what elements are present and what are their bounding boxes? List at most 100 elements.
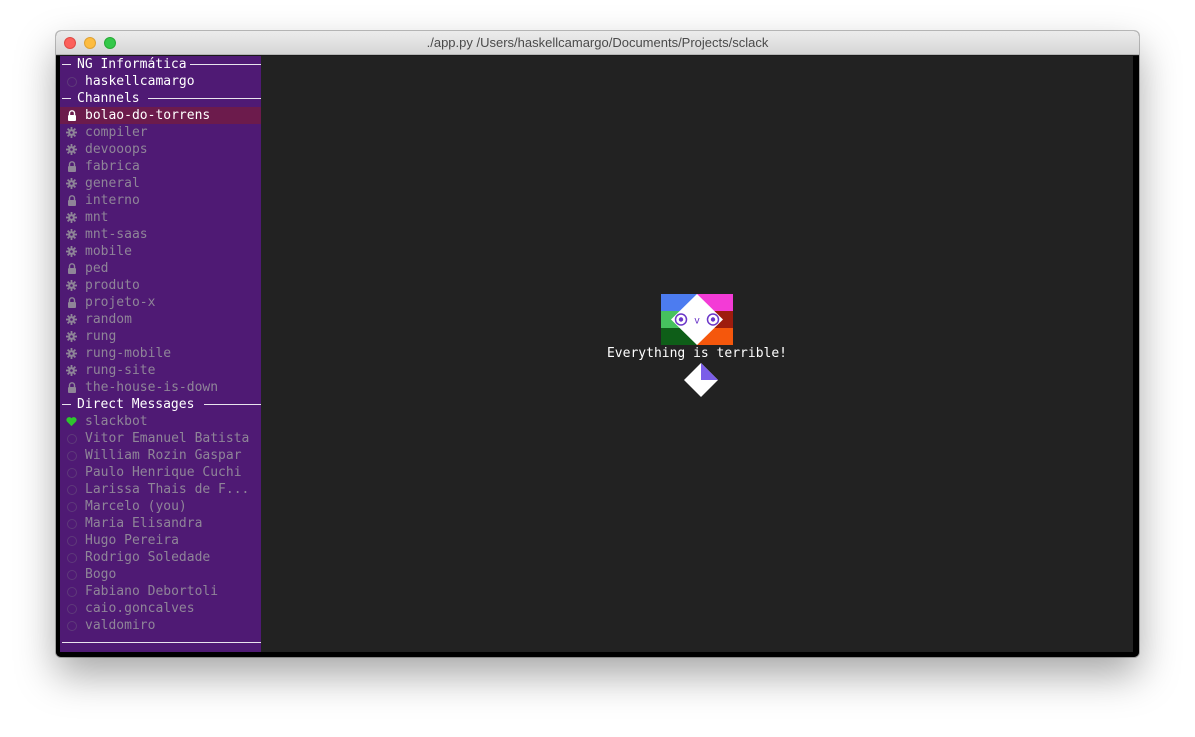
- gear-icon: [66, 246, 77, 257]
- presence-circle-icon: [66, 586, 77, 597]
- gear-icon: [66, 178, 77, 189]
- dm-item-larissa-thais-de-f[interactable]: Larissa Thais de F...: [60, 481, 261, 498]
- dm-item-rodrigo-soledade[interactable]: Rodrigo Soledade: [60, 549, 261, 566]
- heart-icon: [66, 416, 77, 427]
- lock-icon: [66, 110, 77, 121]
- dm-item-bogo[interactable]: Bogo: [60, 566, 261, 583]
- gear-icon: [66, 212, 77, 223]
- gear-icon: [66, 144, 77, 155]
- item-label: Maria Elisandra: [85, 516, 203, 531]
- workspace-name: NG Informática: [77, 56, 193, 73]
- channel-item-random[interactable]: random: [60, 311, 261, 328]
- diamond-loader-icon: [684, 363, 718, 397]
- channel-item-produto[interactable]: produto: [60, 277, 261, 294]
- presence-circle-icon: [66, 603, 77, 614]
- item-label: Larissa Thais de F...: [85, 482, 250, 497]
- channel-item-rung-mobile[interactable]: rung-mobile: [60, 345, 261, 362]
- item-label: Hugo Pereira: [85, 533, 179, 548]
- item-label: Bogo: [85, 567, 117, 582]
- channel-item-interno[interactable]: interno: [60, 192, 261, 209]
- presence-circle-icon: [66, 450, 77, 461]
- dm-item-hugo-pereira[interactable]: Hugo Pereira: [60, 532, 261, 549]
- presence-circle-icon: [66, 569, 77, 580]
- item-label: caio.goncalves: [85, 601, 195, 616]
- current-user[interactable]: haskellcamargo: [60, 73, 261, 90]
- channel-item-rung[interactable]: rung: [60, 328, 261, 345]
- lock-icon: [66, 297, 77, 308]
- dm-item-valdomiro[interactable]: valdomiro: [60, 617, 261, 634]
- item-label: mnt: [85, 210, 109, 225]
- channel-item-the-house-is-down[interactable]: the-house-is-down: [60, 379, 261, 396]
- empty-state-tagline: Everything is terrible!: [606, 346, 787, 361]
- channel-item-general[interactable]: general: [60, 175, 261, 192]
- presence-circle-icon: [66, 535, 77, 546]
- item-label: rung: [85, 329, 117, 344]
- title-bar[interactable]: ./app.py /Users/haskellcamargo/Documents…: [56, 31, 1139, 55]
- divider: [204, 404, 261, 405]
- lock-icon: [66, 263, 77, 274]
- dm-item-william-rozin-gaspar[interactable]: William Rozin Gaspar: [60, 447, 261, 464]
- item-label: mnt-saas: [85, 227, 148, 242]
- presence-circle-icon: [66, 518, 77, 529]
- presence-circle-icon: [66, 433, 77, 444]
- channel-item-mnt[interactable]: mnt: [60, 209, 261, 226]
- lock-icon: [66, 382, 77, 393]
- dm-item-fabiano-debortoli[interactable]: Fabiano Debortoli: [60, 583, 261, 600]
- channel-item-ped[interactable]: ped: [60, 260, 261, 277]
- item-label: slackbot: [85, 414, 148, 429]
- channel-item-mobile[interactable]: mobile: [60, 243, 261, 260]
- presence-circle-icon: [66, 484, 77, 495]
- svg-text:v: v: [694, 316, 700, 327]
- item-label: projeto-x: [85, 295, 156, 310]
- item-label: devooops: [85, 142, 148, 157]
- item-label: the-house-is-down: [85, 380, 219, 395]
- item-label: Marcelo (you): [85, 499, 187, 514]
- item-label: rung-site: [85, 363, 156, 378]
- sidebar-bottom-divider: [62, 642, 261, 643]
- sidebar: NG Informática haskellcamargo Channels b…: [60, 56, 261, 652]
- channel-item-fabrica[interactable]: fabrica: [60, 158, 261, 175]
- terminal-screen: NG Informática haskellcamargo Channels b…: [60, 56, 1133, 652]
- item-label: Vitor Emanuel Batista: [85, 431, 250, 446]
- lock-icon: [66, 195, 77, 206]
- gear-icon: [66, 280, 77, 291]
- channels-title: Channels: [77, 90, 146, 107]
- gear-icon: [66, 365, 77, 376]
- channel-item-mnt-saas[interactable]: mnt-saas: [60, 226, 261, 243]
- item-label: mobile: [85, 244, 132, 259]
- dm-item-paulo-henrique-cuchi[interactable]: Paulo Henrique Cuchi: [60, 464, 261, 481]
- sclack-logo-icon: v: [661, 294, 733, 345]
- dm-item-marcelo-you[interactable]: Marcelo (you): [60, 498, 261, 515]
- window-title: ./app.py /Users/haskellcamargo/Documents…: [426, 35, 769, 50]
- message-area: v Everything is terrible!: [261, 56, 1133, 652]
- channel-item-bolao-do-torrens[interactable]: bolao-do-torrens: [60, 107, 261, 124]
- channel-item-projeto-x[interactable]: projeto-x: [60, 294, 261, 311]
- item-label: valdomiro: [85, 618, 156, 633]
- gear-icon: [66, 229, 77, 240]
- channel-item-rung-site[interactable]: rung-site: [60, 362, 261, 379]
- item-label: fabrica: [85, 159, 140, 174]
- direct-messages-header: Direct Messages: [60, 396, 261, 413]
- item-label: produto: [85, 278, 140, 293]
- presence-circle-icon: [66, 501, 77, 512]
- direct-messages-title: Direct Messages: [77, 396, 201, 413]
- dm-item-caio-goncalves[interactable]: caio.goncalves: [60, 600, 261, 617]
- gear-icon: [66, 331, 77, 342]
- item-label: William Rozin Gaspar: [85, 448, 242, 463]
- dm-item-vitor-emanuel-batista[interactable]: Vitor Emanuel Batista: [60, 430, 261, 447]
- current-user-name: haskellcamargo: [85, 74, 195, 89]
- terminal-right-border: [1133, 56, 1139, 652]
- gear-icon: [66, 314, 77, 325]
- terminal-bottom-border: [56, 652, 1139, 657]
- channel-item-compiler[interactable]: compiler: [60, 124, 261, 141]
- presence-circle-icon: [66, 620, 77, 631]
- lock-icon: [66, 161, 77, 172]
- item-label: rung-mobile: [85, 346, 172, 361]
- divider: [62, 64, 71, 65]
- item-label: compiler: [85, 125, 148, 140]
- gear-icon: [66, 127, 77, 138]
- dm-item-maria-elisandra[interactable]: Maria Elisandra: [60, 515, 261, 532]
- channel-item-devooops[interactable]: devooops: [60, 141, 261, 158]
- dm-item-slackbot[interactable]: slackbot: [60, 413, 261, 430]
- divider: [62, 98, 71, 99]
